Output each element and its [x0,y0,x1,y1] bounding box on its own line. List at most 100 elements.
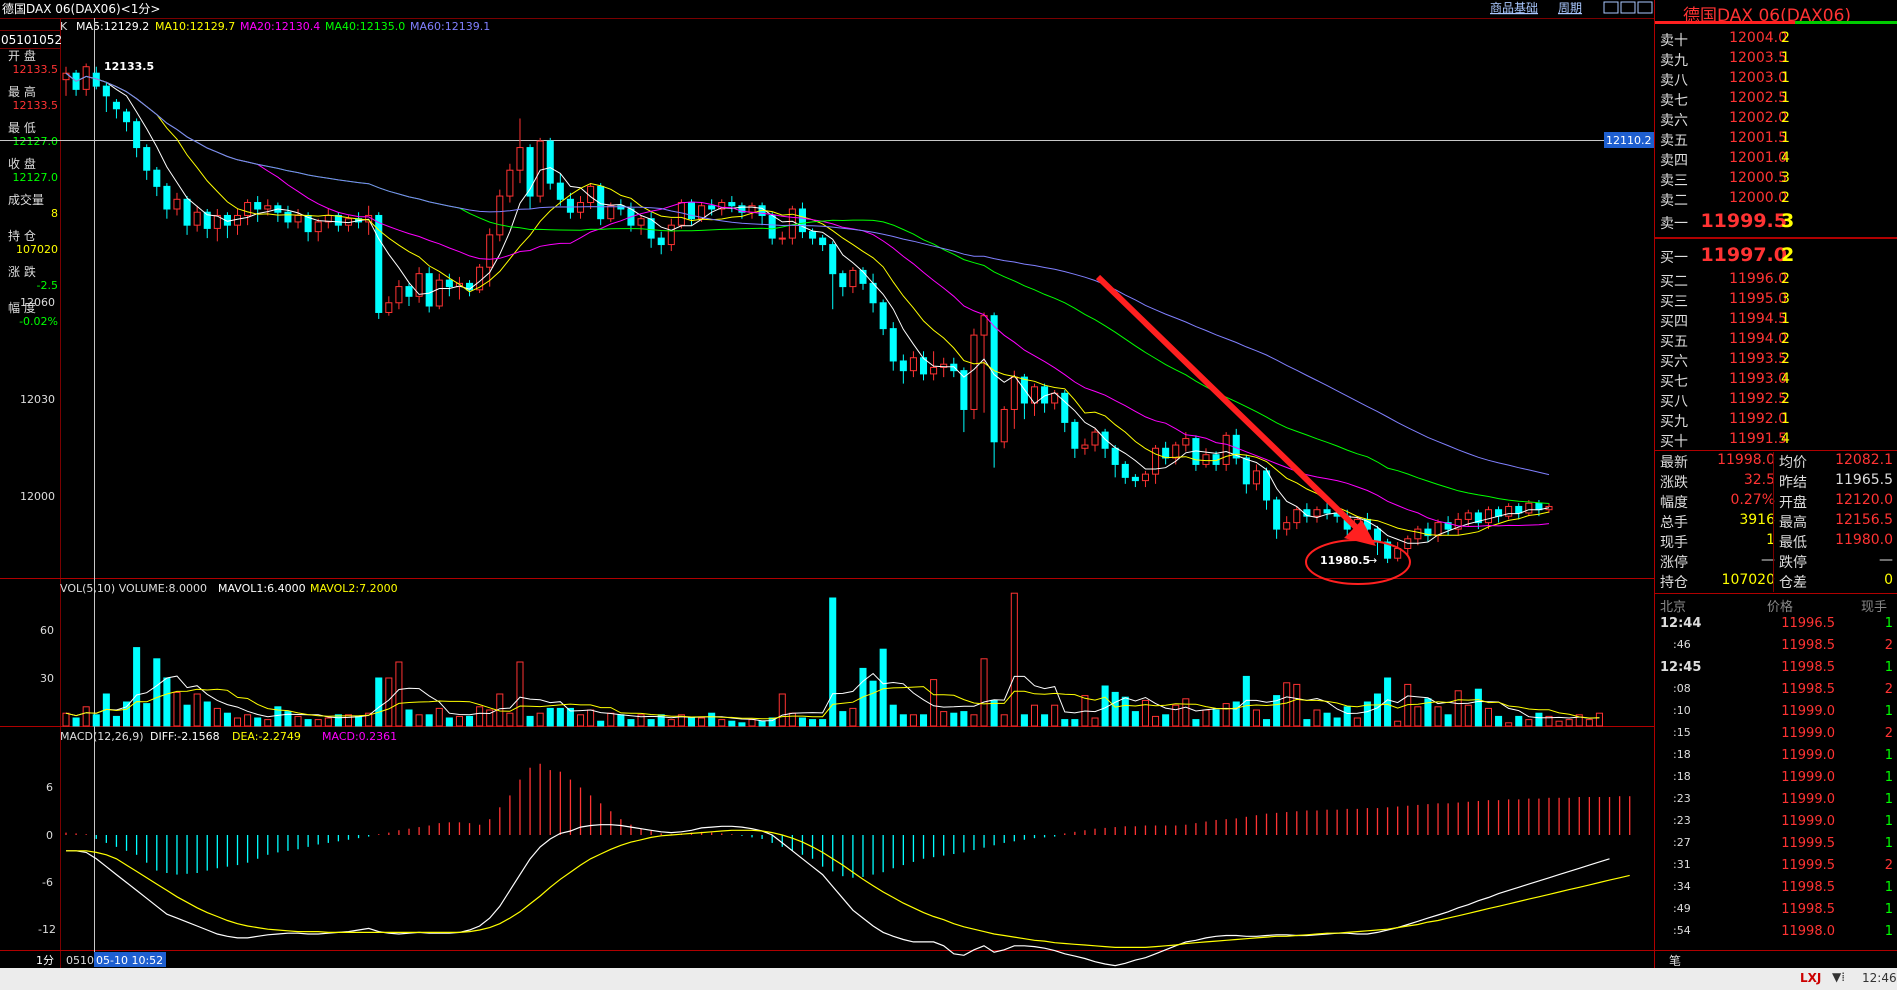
order-book-row: 卖十 12004.0 2 [1655,29,1897,49]
volume-bar [415,714,423,727]
candle-body [607,205,615,220]
candle-body [1252,470,1260,485]
tick-tab[interactable]: 笔 [1669,952,1681,969]
tick-price: 11998.5 [1781,902,1835,917]
macd-legend: MACD:0.2361 [322,730,397,743]
candle-body [314,221,322,233]
order-book-row: 卖四 12001.0 4 [1655,149,1897,169]
tick-time: 12:45 [1660,660,1702,675]
volume-bar [1162,714,1170,727]
quote-panel: 德国DAX 06(DAX06) 卖十 12004.0 2 卖九 12003.5 1 卖八 12… [1655,0,1897,968]
book-volume: 3 [1781,291,1790,307]
candle-body [1484,509,1492,524]
tick-volume: 1 [1884,660,1893,675]
book-price: 11992.5 [1729,391,1787,407]
volume-bar [1020,714,1028,727]
candle-body [405,286,413,297]
volume-bar [627,719,635,727]
info-field-value: 12127.0 [13,135,59,148]
candle-body [798,208,806,233]
volume-bar [1010,592,1018,727]
volume-bar [1030,704,1039,727]
period-label[interactable]: 1分 [36,954,54,967]
book-volume: 1 [1781,70,1790,86]
volume-bar [1101,685,1109,727]
order-book-row: 买九 11992.0 1 [1655,410,1897,430]
tick-time: :15 [1673,726,1691,739]
order-book-row: 买二 11996.0 2 [1655,270,1897,290]
candle-body [1141,473,1149,482]
book-level-label: 买二 [1660,274,1688,290]
volume-bar [576,714,585,727]
candle-body [123,111,131,123]
tick-price: 11999.0 [1781,726,1835,741]
book-level-label: 卖一 [1660,216,1688,232]
volume-bar [1252,709,1260,727]
candle-body [1535,502,1543,511]
volume-bar [425,714,433,727]
info-field-value: -2.5 [37,279,58,292]
book-price: 11991.5 [1729,431,1787,447]
volume-bar [254,717,262,727]
period-link[interactable]: 周期 [1558,1,1582,15]
candle-body [153,169,161,187]
volume-bar [587,709,595,727]
volume-bar [536,712,544,727]
candle-body [193,211,201,226]
volume-bar [728,720,736,727]
book-volume: 4 [1781,150,1790,166]
book-volume: 1 [1781,311,1790,327]
order-book-row: 卖五 12001.5 1 [1655,129,1897,149]
candle-body [1505,505,1513,517]
volume-bar [698,717,706,727]
info-field-label: 持 仓 [8,228,36,243]
quote-label: 最高 [1779,515,1807,531]
candle-body [183,198,191,226]
candle-body [82,66,90,90]
candle-body [1222,434,1230,465]
volume-bar [143,703,151,727]
book-price: 11993.0 [1729,371,1787,387]
volume-bar [1565,719,1573,727]
tick-volume: 1 [1884,616,1893,631]
volume-bar [1515,715,1523,727]
tick-volume: 1 [1884,704,1893,719]
quote-label: 涨停 [1660,555,1688,571]
book-volume: 4 [1781,371,1790,387]
volume-bar [1283,682,1291,727]
volume-bar [526,715,534,727]
status-bar: LXJ ▼⁞ 12:46 [0,968,1897,990]
book-volume: 1 [1781,130,1790,146]
volume-bar [1152,715,1160,727]
order-book-row: 买七 11993.0 4 [1655,370,1897,390]
candle-body [385,302,393,313]
volume-bar [133,647,141,727]
candle-body [1121,463,1129,478]
book-level-label: 卖七 [1660,93,1688,109]
quote-value: 32.5 [1743,472,1775,488]
volume-bar [375,677,383,727]
tick-volume: 1 [1884,880,1893,895]
tick-price: 11998.5 [1781,682,1835,697]
tick-time: :49 [1673,902,1691,915]
book-volume: 2 [1781,110,1790,126]
tick-volume: 1 [1884,902,1893,917]
kline-chart-area[interactable]: 德国DAX 06(DAX06)<1分> 商品基础 周期 K MA5:12129.… [0,0,1655,968]
order-book-row: 买八 11992.5 2 [1655,390,1897,410]
candle-body [244,202,252,216]
quote-label: 总手 [1660,515,1688,531]
tick-volume: 1 [1884,748,1893,763]
volume-bar [233,717,242,727]
volume-bar [355,715,363,727]
volume-bar [788,712,796,727]
quote-label: 昨结 [1779,475,1807,491]
product-info-link[interactable]: 商品基础 [1490,0,1538,15]
book-volume: 2 [1781,30,1790,46]
volume-bar [809,719,817,727]
candle-body [546,140,554,184]
price-tick: 12060 [20,296,55,309]
candle-body [1283,522,1291,530]
quote-value: 3916 [1739,512,1775,528]
order-book-row: 买一 11997.0 2 [1655,244,1897,266]
book-price: 11994.5 [1729,311,1787,327]
